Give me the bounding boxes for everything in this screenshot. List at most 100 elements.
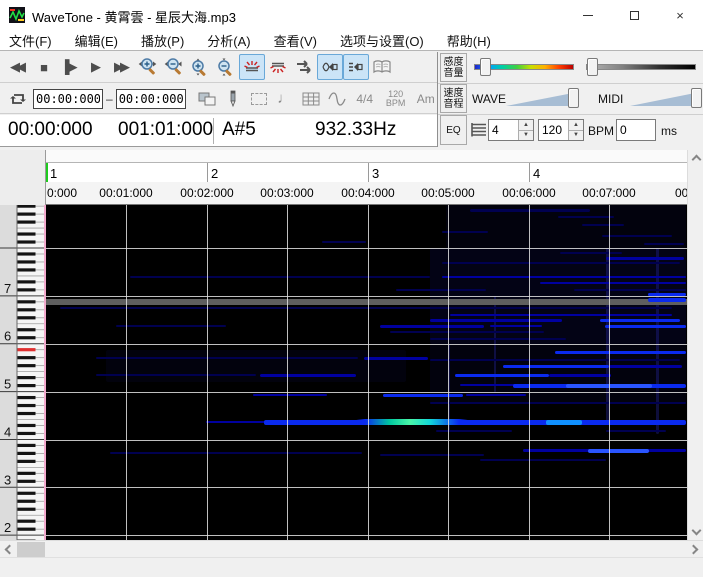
spectrogram-energy: [470, 209, 590, 212]
waveform-button[interactable]: [324, 86, 350, 112]
menu-view[interactable]: 查看(V): [274, 31, 317, 50]
bpm-spinner[interactable]: ▲▼: [538, 119, 584, 141]
tab-label: 速度: [441, 88, 466, 99]
bpm-down-icon[interactable]: ▼: [569, 131, 583, 141]
spectrogram-energy: [96, 357, 358, 359]
zoom-out-horizontal-button[interactable]: [161, 54, 187, 80]
ruler-corner: [0, 150, 46, 205]
scroll-right-button[interactable]: [687, 541, 703, 558]
sensitivity-slider-thumb[interactable]: [480, 58, 491, 76]
svg-text:7: 7: [4, 281, 11, 296]
note-grid-button[interactable]: [298, 86, 324, 112]
offset-input[interactable]: [617, 120, 655, 140]
midi-volume-thumb[interactable]: [691, 88, 702, 108]
beats-input[interactable]: [489, 120, 515, 140]
scroll-up-button[interactable]: [688, 150, 703, 166]
spectrogram[interactable]: [46, 205, 687, 540]
wave-label: WAVE: [472, 92, 506, 106]
zoom-out-v-icon: [216, 57, 236, 77]
midi-volume-ramp[interactable]: [630, 92, 700, 106]
piano-keyboard[interactable]: 765432: [0, 205, 46, 540]
midi-label: MIDI: [598, 92, 623, 106]
time-label: 00:06:000: [502, 186, 555, 200]
beats-down-icon[interactable]: ▼: [519, 131, 533, 141]
zoom-in-vertical-button[interactable]: [187, 54, 213, 80]
bpm-up-icon[interactable]: ▲: [569, 120, 583, 131]
toolbar-transport: ◀◀ ■ ▐▶ ▶ ▶▶: [0, 52, 437, 83]
svg-text:4: 4: [4, 424, 11, 439]
forward-button[interactable]: ▶▶: [109, 54, 135, 80]
spectrogram-energy: [442, 276, 686, 278]
scroll-down-button[interactable]: [688, 524, 703, 540]
status-bar: [0, 557, 703, 577]
pen-tool-button[interactable]: [220, 86, 246, 112]
spectrogram-energy: [609, 365, 682, 368]
split-view-button[interactable]: [194, 86, 220, 112]
help-book-button[interactable]: [369, 54, 395, 80]
tab-label: 感度: [441, 57, 466, 68]
menu-options[interactable]: 选项与设置(O): [340, 31, 424, 50]
zoom-in-h-icon: [138, 57, 158, 77]
minimize-button[interactable]: [565, 0, 611, 30]
spectrogram-energy: [455, 374, 549, 377]
menu-analyze[interactable]: 分析(A): [207, 31, 250, 50]
note-input-button[interactable]: ♩: [272, 86, 298, 112]
grid-line-horizontal: [46, 487, 687, 488]
beats-up-icon[interactable]: ▲: [519, 120, 533, 131]
beats-spinner[interactable]: ▲▼: [488, 119, 534, 141]
close-button[interactable]: ×: [657, 0, 703, 30]
spectrogram-energy: [364, 357, 428, 360]
meter-indicator[interactable]: 4/4: [350, 86, 380, 112]
menu-help[interactable]: 帮助(H): [447, 31, 491, 50]
horizontal-scrollbar[interactable]: [0, 540, 703, 557]
spectrogram-energy: [264, 420, 686, 425]
scroll-left-button[interactable]: [0, 541, 16, 558]
playhead-cursor[interactable]: [46, 163, 48, 183]
play-button[interactable]: ▶: [83, 54, 109, 80]
loop-start-input[interactable]: [33, 89, 103, 109]
follow-playback-button[interactable]: [291, 54, 317, 80]
loop-button[interactable]: [5, 86, 31, 112]
tab-sensitivity-volume[interactable]: 感度 音量: [440, 53, 467, 82]
loop-end-input[interactable]: [116, 89, 186, 109]
key-indicator[interactable]: Am: [412, 86, 440, 112]
timeline-ruler[interactable]: 1234 0:00000:01:00000:02:00000:03:00000:…: [0, 150, 687, 205]
volume-slider-thumb[interactable]: [587, 58, 598, 76]
wave-audio-button[interactable]: [317, 54, 343, 80]
menu-play[interactable]: 播放(P): [141, 31, 184, 50]
tab-eq[interactable]: EQ: [440, 115, 467, 145]
maximize-button[interactable]: [611, 0, 657, 30]
tab-speed-pitch[interactable]: 速度 音程: [440, 84, 467, 113]
status-time: 00:00:000: [8, 119, 93, 141]
spectrogram-energy: [503, 365, 609, 368]
select-icon: [251, 93, 267, 105]
spectrogram-energy: [356, 419, 468, 425]
measure-row[interactable]: 1234: [46, 162, 687, 182]
grid-line-vertical: [448, 205, 449, 540]
attack-marks-button[interactable]: [239, 54, 265, 80]
stop-button[interactable]: ■: [31, 54, 57, 80]
tempo-indicator[interactable]: 120 BPM: [380, 86, 412, 112]
bpm-input[interactable]: [539, 120, 565, 140]
volume-slider-track[interactable]: [586, 64, 696, 70]
vertical-scrollbar[interactable]: [687, 150, 703, 540]
menu-edit[interactable]: 编辑(E): [75, 31, 118, 50]
zoom-in-horizontal-button[interactable]: [135, 54, 161, 80]
attack-marks-alt-button[interactable]: [265, 54, 291, 80]
rewind-button[interactable]: ◀◀: [5, 54, 31, 80]
chevron-right-icon: [689, 545, 699, 555]
step-play-icon: ▐▶: [60, 59, 79, 75]
midi-audio-button[interactable]: [343, 54, 369, 80]
menu-file[interactable]: 文件(F): [9, 31, 52, 50]
horizontal-scroll-thumb[interactable]: [17, 542, 45, 557]
zoom-out-vertical-button[interactable]: [213, 54, 239, 80]
measure-label: 3: [372, 166, 379, 181]
time-row[interactable]: 0:00000:01:00000:02:00000:03:00000:04:00…: [46, 182, 687, 204]
wave-icon: [328, 92, 346, 106]
step-play-button[interactable]: ▐▶: [57, 54, 83, 80]
app-window: WaveTone - 黄霄雲 - 星辰大海.mp3 × 文件(F) 编辑(E) …: [0, 0, 703, 577]
select-region-button[interactable]: [246, 86, 272, 112]
forward-icon: ▶▶: [114, 59, 130, 75]
wave-volume-thumb[interactable]: [568, 88, 579, 108]
spectrogram-energy: [574, 289, 686, 291]
